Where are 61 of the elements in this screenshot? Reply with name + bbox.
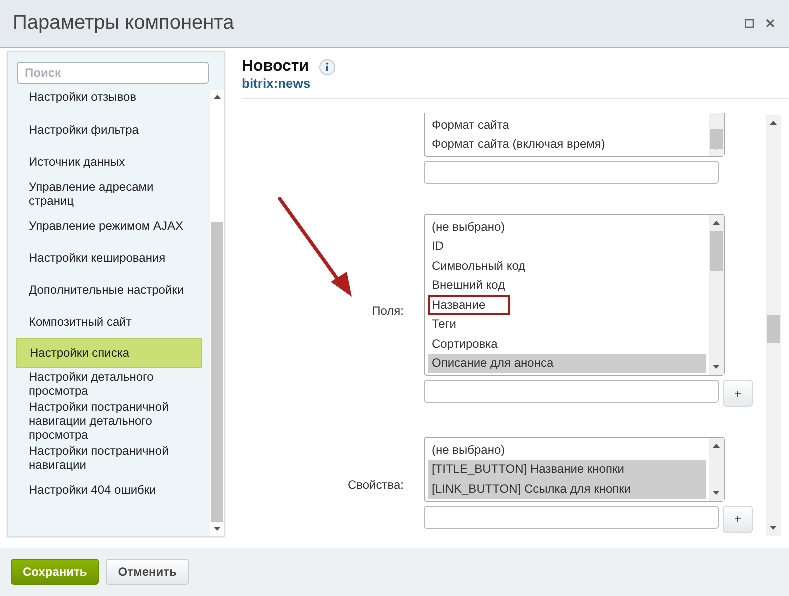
list-box[interactable]: (не выбрано) ID Символьный код Внешний код Название Теги Сортировка Описание для анонса <box>424 214 725 376</box>
sidebar-item[interactable]: Настройки кеширования <box>16 242 202 274</box>
input-field[interactable] <box>424 161 719 184</box>
scrollbar-thumb[interactable] <box>710 231 723 271</box>
sidebar-item[interactable]: Дополнительные настройки <box>16 274 202 306</box>
list-option[interactable]: ID <box>428 236 706 256</box>
scrollbar-thumb[interactable] <box>211 222 223 522</box>
sidebar-item[interactable]: Настройки постраничной навигации <box>16 442 202 474</box>
sidebar-item[interactable]: Настройки отзывов <box>16 90 202 104</box>
scroll-up-icon[interactable] <box>713 221 720 225</box>
search-field[interactable]: Поиск <box>17 62 209 84</box>
scroll-down-icon[interactable] <box>214 527 220 531</box>
scrollbar[interactable] <box>709 113 724 156</box>
component-title: Новости <box>242 58 310 76</box>
sidebar-item[interactable]: Настройки детального просмотра <box>16 368 202 400</box>
component-code: bitrix:news <box>242 76 312 91</box>
scrollbar-thumb[interactable] <box>767 315 780 343</box>
sidebar-item[interactable]: Настройки фильтра <box>16 114 202 146</box>
scrollbar[interactable] <box>709 215 724 375</box>
sidebar-item[interactable]: Настройки 404 ошибки <box>16 474 202 506</box>
list-option[interactable]: Внешний код <box>428 276 706 295</box>
list-option[interactable]: Теги <box>428 314 706 334</box>
list-box[interactable]: (не выбрано) [TITLE_BUTTON] Название кнопки [LINK_BUTTON] Ссылка для кнопки <box>424 437 725 502</box>
list-option[interactable]: Формат сайта (включая время) <box>428 134 706 154</box>
sidebar-item[interactable]: Управление режимом AJAX <box>16 210 202 242</box>
scroll-down-icon[interactable] <box>713 365 720 369</box>
info-icon[interactable] <box>319 58 336 76</box>
list-option[interactable]: (не выбрано) <box>428 440 706 460</box>
scroll-up-icon[interactable] <box>214 95 220 99</box>
add-button[interactable]: + <box>723 506 753 532</box>
field-label: Свойства: <box>346 478 404 492</box>
scroll-down-icon[interactable] <box>770 526 777 530</box>
scrollbar[interactable] <box>210 90 224 536</box>
sidebar-item[interactable]: Настройки списка <box>16 338 202 368</box>
list-option[interactable]: Формат сайта <box>428 115 706 134</box>
list-option[interactable]: (не выбрано) <box>428 217 706 236</box>
list-box[interactable]: Формат сайта Формат сайта (включая время) <box>424 113 725 157</box>
sidebar-item[interactable]: Композитный сайт <box>16 306 202 338</box>
close-icon[interactable] <box>766 19 775 28</box>
list-option[interactable]: [TITLE_BUTTON] Название кнопки <box>428 460 706 479</box>
sidebar-item[interactable]: Настройки постраничной навигации детального просмотра <box>16 400 202 442</box>
sidebar-item[interactable]: Источник данных <box>16 146 202 178</box>
list-option[interactable]: Название <box>428 295 510 314</box>
scroll-up-icon[interactable] <box>713 444 720 448</box>
list-option[interactable]: [LINK_BUTTON] Ссылка для кнопки <box>428 479 706 498</box>
input-field[interactable] <box>424 380 719 403</box>
window-title: Параметры компонента <box>13 12 236 35</box>
input-field[interactable] <box>424 506 719 528</box>
list-option[interactable]: Символьный код <box>428 256 706 276</box>
scrollbar[interactable] <box>766 115 781 536</box>
add-button[interactable]: + <box>723 380 753 407</box>
maximize-icon[interactable] <box>745 19 754 28</box>
list-option[interactable]: Описание для анонса <box>428 354 706 373</box>
field-label: Поля: <box>371 304 404 318</box>
scrollbar[interactable] <box>709 438 724 500</box>
scroll-down-icon[interactable] <box>713 490 720 494</box>
list-option[interactable]: Сортировка <box>428 334 706 354</box>
scroll-up-icon[interactable] <box>770 121 777 125</box>
sidebar-item[interactable]: Управление адресами страниц <box>16 178 202 210</box>
scrollbar-thumb[interactable] <box>710 129 723 149</box>
cancel-button[interactable]: Отменить <box>106 559 189 585</box>
